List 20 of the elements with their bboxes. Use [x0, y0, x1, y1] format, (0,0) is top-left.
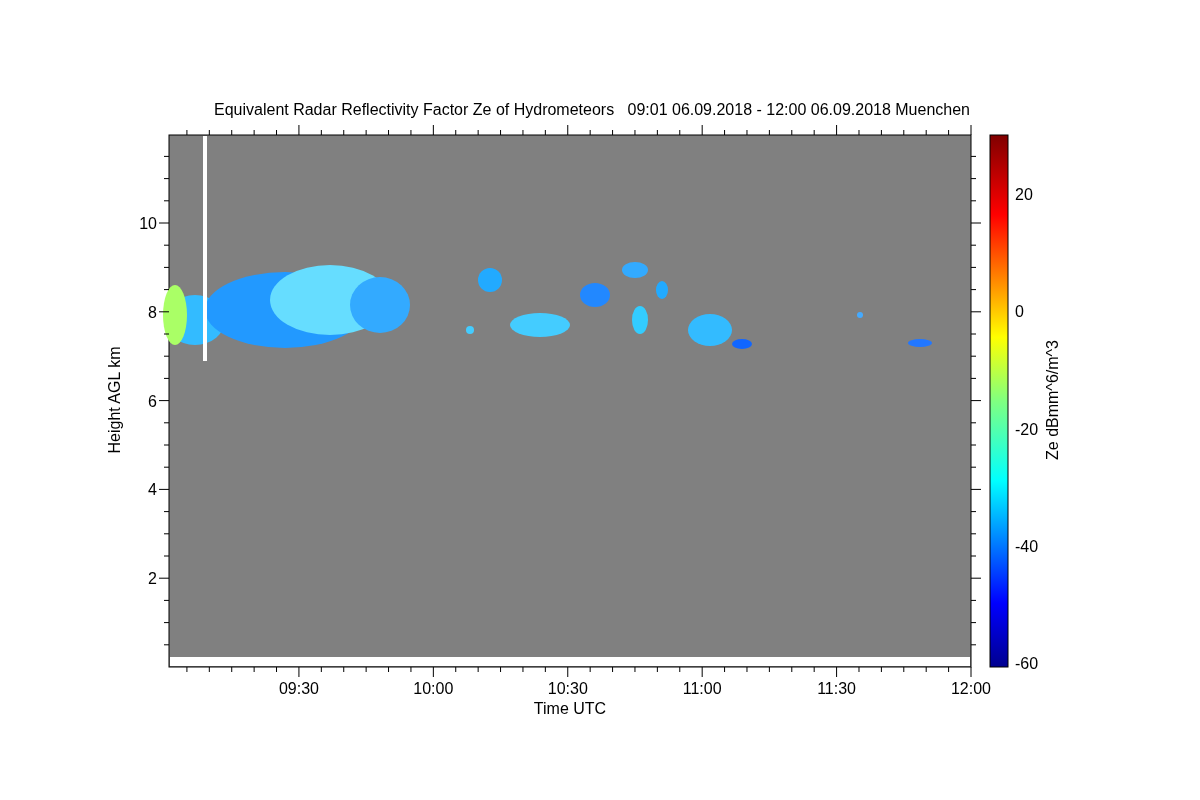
y-axis-label: Height AGL km: [106, 346, 123, 454]
x-axis-label: Time UTC: [533, 700, 607, 717]
y-tick-label: 8: [148, 303, 157, 321]
colorbar-label: Ze dBmm^6/m^3: [1044, 340, 1061, 460]
x-tick-label: 09:30: [278, 680, 319, 697]
colorbar-tick-label: 20: [1015, 186, 1033, 203]
y-tick-label: 4: [148, 481, 157, 499]
y-tick-label: 2: [148, 570, 157, 588]
colorbar-tick-label: -40: [1015, 537, 1039, 555]
x-tick-label: 11:00: [682, 680, 722, 697]
x-tick-label: 10:00: [413, 680, 454, 697]
x-tick-label: 12:00: [951, 680, 991, 697]
x-tick-label: 11:30: [817, 680, 856, 697]
y-tick-label: 10: [139, 215, 157, 232]
x-tick-label: 10:30: [547, 680, 588, 697]
colorbar-tick-label: 0: [1015, 303, 1024, 321]
colorbar-tick-label: -20: [1015, 420, 1039, 438]
chart-title: Equivalent Radar Reflectivity Factor Ze of Hydrometeors 09:01 06.09.2018 - 12:00 06.09.2018 Muenchen: [214, 101, 970, 118]
y-tick-label: 6: [148, 392, 157, 410]
colorbar-tick-label: -60: [1015, 655, 1039, 673]
